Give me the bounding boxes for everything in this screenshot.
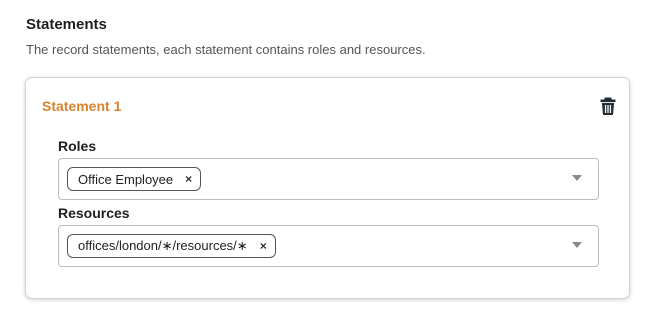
roles-dropdown-chevron-down-icon[interactable] — [572, 175, 582, 181]
section-title: Statements — [26, 16, 107, 33]
section-description: The record statements, each statement co… — [26, 42, 426, 57]
delete-statement-button[interactable] — [599, 96, 617, 116]
resources-dropdown-chevron-down-icon[interactable] — [572, 242, 582, 248]
statement-card: Statement 1 Roles Office Employee × Reso… — [25, 77, 630, 299]
resource-chip-remove-icon[interactable]: × — [260, 240, 267, 252]
resource-chip: offices/london/∗/resources/∗ × — [67, 234, 276, 258]
role-chip-label: Office Employee — [78, 171, 174, 187]
resources-label: Resources — [58, 205, 130, 221]
roles-select[interactable]: Office Employee × — [58, 158, 599, 200]
resources-select[interactable]: offices/london/∗/resources/∗ × — [58, 225, 599, 267]
role-chip-remove-icon[interactable]: × — [185, 173, 192, 185]
resource-chip-label: offices/london/∗/resources/∗ — [78, 238, 248, 253]
trash-icon — [600, 97, 616, 115]
role-chip: Office Employee × — [67, 167, 202, 191]
statement-title: Statement 1 — [42, 98, 122, 114]
roles-label: Roles — [58, 138, 97, 154]
